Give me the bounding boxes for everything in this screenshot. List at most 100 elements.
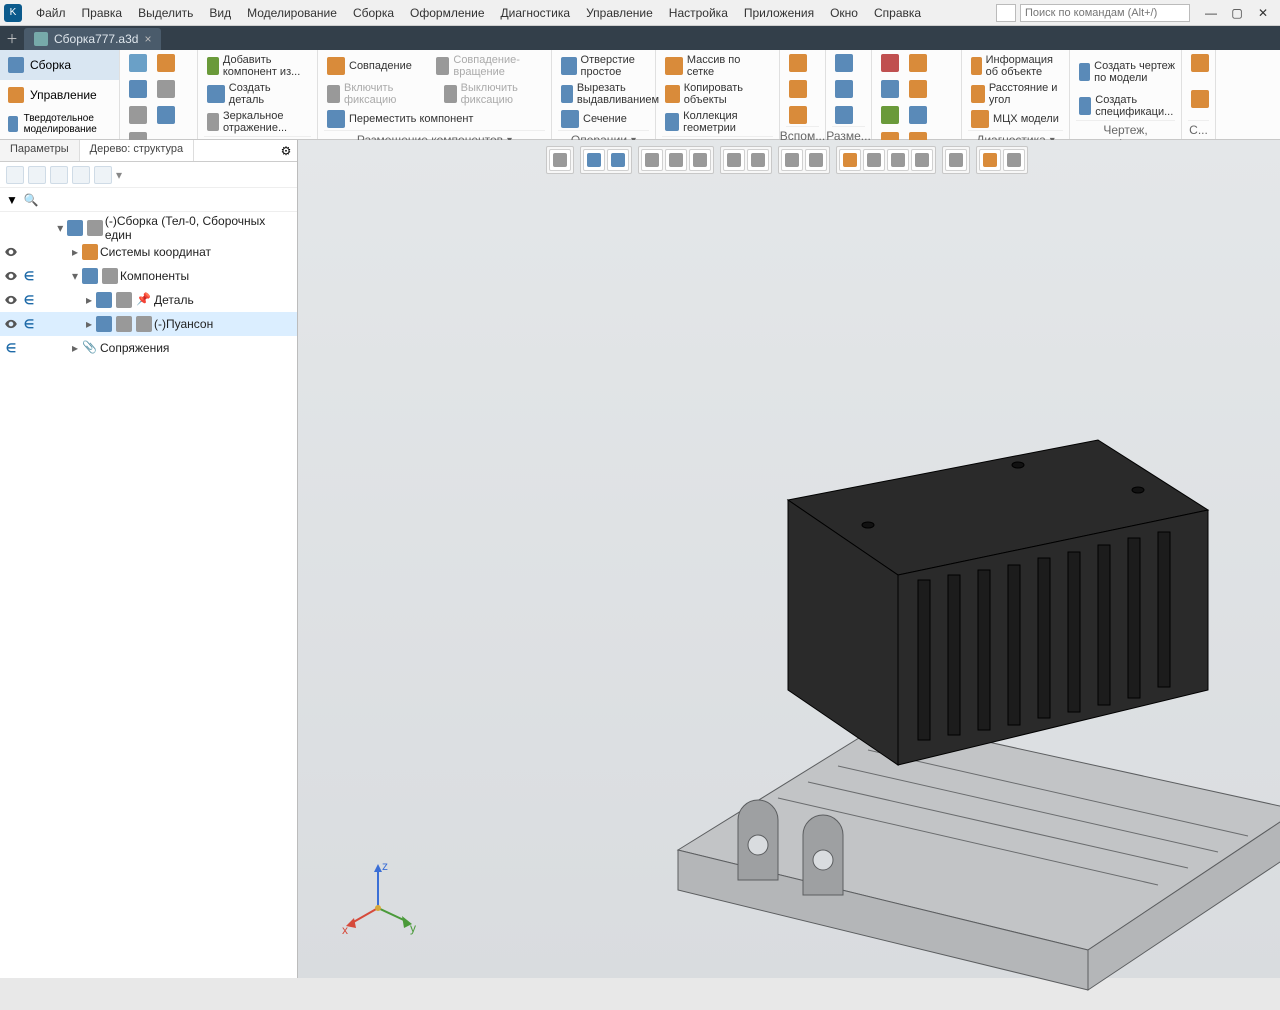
annot-btn-3[interactable] bbox=[878, 78, 902, 100]
menu-apps[interactable]: Приложения bbox=[736, 3, 822, 23]
last-btn-2[interactable] bbox=[1188, 88, 1212, 110]
aux-button-2[interactable] bbox=[786, 78, 810, 100]
side-settings-button[interactable]: ⚙ bbox=[275, 140, 297, 161]
grid-array-button[interactable]: Массив по сетке bbox=[662, 52, 773, 80]
tree-tool-5[interactable] bbox=[94, 166, 112, 184]
mode-solid-modeling[interactable]: Твердотельное моделирование bbox=[0, 109, 120, 139]
move-component-button[interactable]: Переместить компонент bbox=[324, 108, 476, 130]
vp-btn-misc1[interactable] bbox=[839, 149, 861, 171]
window-minimize-button[interactable]: — bbox=[1200, 4, 1222, 22]
dim-button-2[interactable] bbox=[832, 78, 856, 100]
vp-btn-shade2[interactable] bbox=[747, 149, 769, 171]
side-tab-tree[interactable]: Дерево: структура bbox=[80, 140, 195, 161]
layout-dropdown[interactable] bbox=[996, 4, 1016, 22]
vp-btn-misc2[interactable] bbox=[863, 149, 885, 171]
annot-btn-6[interactable] bbox=[906, 104, 930, 126]
tree-node-coord[interactable]: ▸ Системы координат bbox=[0, 240, 297, 264]
coincidence-button[interactable]: Совпадение bbox=[324, 52, 415, 80]
vp-btn-3[interactable] bbox=[607, 149, 629, 171]
mcx-model-button[interactable]: МЦХ модели bbox=[968, 108, 1062, 130]
visibility-icon[interactable] bbox=[4, 269, 18, 283]
print-button[interactable] bbox=[154, 78, 178, 100]
tree-node-components[interactable]: ∈ ▾ Компоненты bbox=[0, 264, 297, 288]
vp-btn-2[interactable] bbox=[583, 149, 605, 171]
tree-tool-2[interactable] bbox=[28, 166, 46, 184]
vp-btn-hide2[interactable] bbox=[805, 149, 827, 171]
menu-edit[interactable]: Правка bbox=[74, 3, 131, 23]
vp-btn-end1[interactable] bbox=[979, 149, 1001, 171]
geometry-collection-button[interactable]: Коллекция геометрии bbox=[662, 108, 773, 136]
vp-btn-zoom[interactable] bbox=[641, 149, 663, 171]
window-maximize-button[interactable]: ▢ bbox=[1226, 4, 1248, 22]
last-btn-1[interactable] bbox=[1188, 52, 1212, 74]
disable-fixation-button[interactable]: Выключить фиксацию bbox=[441, 80, 545, 108]
menu-settings[interactable]: Настройка bbox=[661, 3, 736, 23]
mode-assembly[interactable]: Сборка bbox=[0, 50, 120, 80]
annot-btn-1[interactable] bbox=[878, 52, 902, 74]
menu-window[interactable]: Окно bbox=[822, 3, 866, 23]
create-spec-button[interactable]: Создать спецификаци... bbox=[1076, 92, 1182, 120]
menu-modeling[interactable]: Моделирование bbox=[239, 3, 345, 23]
visibility-icon[interactable] bbox=[4, 317, 18, 331]
save-file-button[interactable] bbox=[126, 78, 150, 100]
cut-extrude-button[interactable]: Вырезать выдавливанием bbox=[558, 80, 668, 108]
tree-node-part[interactable]: ∈ ▸ 📌 Деталь bbox=[0, 288, 297, 312]
menu-help[interactable]: Справка bbox=[866, 3, 929, 23]
distance-angle-button[interactable]: Расстояние и угол bbox=[968, 80, 1063, 108]
visibility-icon[interactable] bbox=[4, 293, 18, 307]
undo-button[interactable] bbox=[154, 104, 178, 126]
command-search-input[interactable] bbox=[1020, 4, 1190, 22]
include-icon[interactable]: ∈ bbox=[22, 317, 36, 331]
section-button[interactable]: Сечение bbox=[558, 108, 630, 130]
vp-btn-filter[interactable] bbox=[945, 149, 967, 171]
new-tab-button[interactable]: ＋ bbox=[0, 26, 24, 50]
vp-btn-axes[interactable] bbox=[689, 149, 711, 171]
tree-node-mates[interactable]: ∈ ▸ 📎 Сопряжения bbox=[0, 336, 297, 360]
coincidence-rotation-button[interactable]: Совпадение-вращение bbox=[433, 52, 545, 80]
annot-btn-2[interactable] bbox=[906, 52, 930, 74]
include-icon[interactable]: ∈ bbox=[22, 269, 36, 283]
new-file-button[interactable] bbox=[126, 52, 150, 74]
vp-btn-1[interactable] bbox=[549, 149, 571, 171]
tree-tool-3[interactable] bbox=[50, 166, 68, 184]
dim-button-1[interactable] bbox=[832, 52, 856, 74]
vp-btn-misc4[interactable] bbox=[911, 149, 933, 171]
simple-hole-button[interactable]: Отверстие простое bbox=[558, 52, 668, 80]
vp-btn-orient[interactable] bbox=[665, 149, 687, 171]
visibility-icon[interactable] bbox=[4, 245, 18, 259]
dim-button-3[interactable] bbox=[832, 104, 856, 126]
menu-manage[interactable]: Управление bbox=[578, 3, 661, 23]
vp-btn-hide1[interactable] bbox=[781, 149, 803, 171]
aux-button-3[interactable] bbox=[786, 104, 810, 126]
tree-tool-1[interactable] bbox=[6, 166, 24, 184]
menu-assembly[interactable]: Сборка bbox=[345, 3, 402, 23]
tree-node-punch[interactable]: ∈ ▸ (-)Пуансон bbox=[0, 312, 297, 336]
vp-btn-shade1[interactable] bbox=[723, 149, 745, 171]
include-icon[interactable]: ∈ bbox=[22, 293, 36, 307]
copy-objects-button[interactable]: Копировать объекты bbox=[662, 80, 773, 108]
vp-btn-misc3[interactable] bbox=[887, 149, 909, 171]
object-info-button[interactable]: Информация об объекте bbox=[968, 52, 1063, 80]
window-close-button[interactable]: ✕ bbox=[1252, 4, 1274, 22]
add-component-button[interactable]: Добавить компонент из... bbox=[204, 52, 311, 80]
vp-btn-end2[interactable] bbox=[1003, 149, 1025, 171]
annot-btn-4[interactable] bbox=[906, 78, 930, 100]
side-tab-params[interactable]: Параметры bbox=[0, 140, 80, 161]
open-file-button[interactable] bbox=[154, 52, 178, 74]
document-tab[interactable]: Сборка777.a3d × bbox=[24, 28, 161, 50]
viewport[interactable]: z x y bbox=[298, 140, 1280, 978]
print-preview-button[interactable] bbox=[126, 104, 150, 126]
filter-icon[interactable]: ▼ bbox=[6, 193, 18, 207]
menu-select[interactable]: Выделить bbox=[130, 3, 201, 23]
tree-tool-4[interactable] bbox=[72, 166, 90, 184]
mode-manage[interactable]: Управление bbox=[0, 80, 120, 110]
menu-file[interactable]: Файл bbox=[28, 3, 74, 23]
tree-root[interactable]: ▾ (-)Сборка (Тел-0, Сборочных един bbox=[0, 216, 297, 240]
include-icon[interactable]: ∈ bbox=[4, 341, 18, 355]
close-tab-button[interactable]: × bbox=[144, 32, 151, 46]
menu-view[interactable]: Вид bbox=[201, 3, 239, 23]
mirror-component-button[interactable]: Зеркальное отражение... bbox=[204, 108, 311, 136]
search-icon[interactable]: 🔍 bbox=[24, 193, 39, 207]
annot-btn-5[interactable] bbox=[878, 104, 902, 126]
menu-diagnostic[interactable]: Диагностика bbox=[493, 3, 579, 23]
